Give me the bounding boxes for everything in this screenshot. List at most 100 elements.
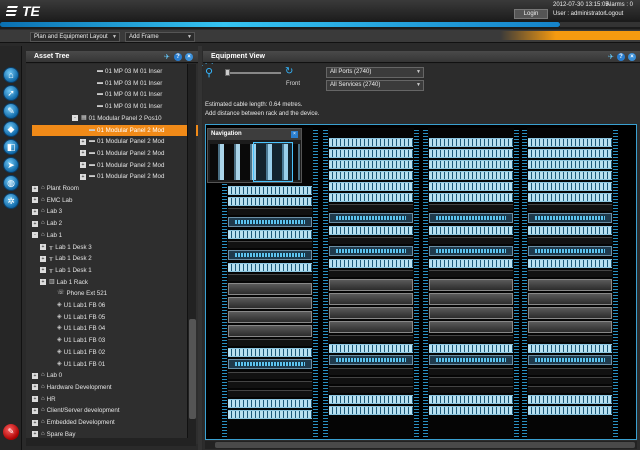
- tree-item[interactable]: ▬ 01 MP 03 M 01 Inser: [88, 101, 162, 112]
- rack-device[interactable]: [528, 246, 612, 256]
- rack-device[interactable]: [528, 149, 612, 158]
- rack-device[interactable]: [228, 283, 312, 295]
- tree-item[interactable]: + ▬ 01 Modular Panel 2 Mod: [80, 136, 164, 147]
- rack-device[interactable]: [528, 171, 612, 180]
- tree-item[interactable]: + ▬ 01 Modular Panel 2 Mod: [80, 160, 164, 171]
- rack-device[interactable]: [228, 410, 312, 419]
- collapse-icon[interactable]: -: [72, 115, 78, 122]
- tree-item[interactable]: ◈ U1 Lab1 FB 01: [48, 359, 105, 370]
- layout-select[interactable]: Plan and Equipment Layout ▼: [30, 32, 120, 42]
- pin-icon[interactable]: ✈: [608, 52, 614, 64]
- rack-device[interactable]: [228, 263, 312, 272]
- rack-device[interactable]: [228, 186, 312, 195]
- expand-icon[interactable]: +: [32, 372, 38, 379]
- settings-icon[interactable]: ✲: [3, 193, 19, 209]
- tree-item[interactable]: + ⌂ Lab 3: [32, 206, 62, 217]
- tree-item[interactable]: ☏ Phone Ext 521: [48, 288, 107, 299]
- panel-splitter[interactable]: [198, 46, 202, 450]
- rack-device[interactable]: [528, 182, 612, 191]
- rack-device[interactable]: [329, 160, 413, 169]
- expand-icon[interactable]: +: [32, 419, 38, 426]
- rack-device[interactable]: [528, 321, 612, 333]
- rack-device[interactable]: [528, 279, 612, 291]
- ports-select[interactable]: All Ports (2740) ▼: [326, 67, 424, 78]
- tree-item[interactable]: + ⌂ Lab 0: [32, 370, 62, 381]
- asset-tree-scrollbar[interactable]: [187, 64, 196, 440]
- rack-device[interactable]: [429, 321, 513, 333]
- edit-icon[interactable]: ✎: [3, 424, 19, 440]
- rack-device[interactable]: [329, 246, 413, 256]
- rack-device[interactable]: [429, 246, 513, 256]
- rack-device[interactable]: [528, 160, 612, 169]
- rack-device[interactable]: [329, 149, 413, 158]
- tree-item[interactable]: + ▬ 01 Modular Panel 2 Mod: [80, 171, 164, 182]
- rack-device[interactable]: [228, 348, 312, 357]
- close-icon[interactable]: ×: [628, 53, 636, 61]
- rack-device[interactable]: [528, 293, 612, 305]
- alarms-indicator[interactable]: Alarms : 0: [606, 2, 633, 8]
- rack-device[interactable]: [329, 138, 413, 147]
- rotate-icon[interactable]: ↻: [285, 66, 293, 77]
- rack-device[interactable]: [329, 226, 413, 235]
- tree-item[interactable]: + ▥ Lab 1 Rack: [40, 277, 88, 288]
- rack-device[interactable]: [429, 160, 513, 169]
- expand-icon[interactable]: +: [80, 138, 86, 145]
- rack-device[interactable]: [528, 213, 612, 223]
- expand-icon[interactable]: +: [32, 384, 38, 391]
- tree-item[interactable]: ▬ 01 MP 03 M 01 Inser: [88, 78, 162, 89]
- wrench-icon[interactable]: ✎: [3, 103, 19, 119]
- rack-device[interactable]: [329, 307, 413, 319]
- rack-device[interactable]: [429, 171, 513, 180]
- rack-device[interactable]: [429, 138, 513, 147]
- rack-device[interactable]: [429, 344, 513, 353]
- rack-device[interactable]: [528, 138, 612, 147]
- help-icon[interactable]: ?: [174, 53, 182, 61]
- rack-device[interactable]: [429, 406, 513, 415]
- services-select[interactable]: All Services (2740) ▼: [326, 80, 424, 91]
- tree-item[interactable]: + ⌂ Lab 2: [32, 218, 62, 229]
- tree-item[interactable]: + ⌂ Hardware Development: [32, 382, 112, 393]
- rack-device[interactable]: [329, 193, 413, 202]
- rack-device[interactable]: [329, 279, 413, 291]
- rack-device[interactable]: [228, 311, 312, 323]
- rack-device[interactable]: [329, 395, 413, 404]
- tree-item[interactable]: + ⌂ Plant Room: [32, 183, 79, 194]
- rack[interactable]: [423, 128, 519, 439]
- expand-icon[interactable]: +: [32, 396, 38, 403]
- scrollbar-thumb[interactable]: [189, 319, 196, 419]
- rack-device[interactable]: [528, 395, 612, 404]
- tree-item[interactable]: ◈ U1 Lab1 FB 04: [48, 323, 105, 334]
- rack-device[interactable]: [329, 171, 413, 180]
- rack-device[interactable]: [228, 325, 312, 337]
- rack-device[interactable]: [429, 279, 513, 291]
- marker-icon[interactable]: ➤: [3, 157, 19, 173]
- expand-icon[interactable]: +: [80, 150, 86, 157]
- rack-device[interactable]: [429, 307, 513, 319]
- rack-device[interactable]: [329, 344, 413, 353]
- expand-icon[interactable]: +: [32, 185, 38, 192]
- rack-device[interactable]: [228, 297, 312, 309]
- rack-device[interactable]: [528, 344, 612, 353]
- expand-icon[interactable]: +: [80, 173, 86, 180]
- tree-item[interactable]: + ╥ Lab 1 Desk 3: [40, 242, 92, 253]
- rack-device[interactable]: [429, 213, 513, 223]
- rack-device[interactable]: [329, 406, 413, 415]
- pin-icon[interactable]: ✈: [164, 52, 170, 64]
- zoom-slider-knob[interactable]: [225, 69, 230, 76]
- rack-device[interactable]: [429, 293, 513, 305]
- help-icon[interactable]: ?: [617, 53, 625, 61]
- equipment-hscrollbar[interactable]: [205, 441, 637, 449]
- rack-device[interactable]: [528, 307, 612, 319]
- zoom-slider[interactable]: [225, 69, 281, 76]
- rack-device[interactable]: [329, 259, 413, 268]
- tree-item[interactable]: + ⌂ EMC Lab: [32, 195, 72, 206]
- rack-device[interactable]: [228, 250, 312, 260]
- rack-device[interactable]: [329, 355, 413, 365]
- rack-device[interactable]: [329, 213, 413, 223]
- rack-device[interactable]: [228, 197, 312, 206]
- expand-icon[interactable]: +: [40, 255, 46, 262]
- tree-item[interactable]: + ⌂ Embedded Development: [32, 417, 115, 428]
- expand-icon[interactable]: +: [40, 279, 46, 286]
- tree-item[interactable]: - ⌂ Lab 1: [32, 230, 62, 241]
- close-icon[interactable]: ×: [291, 131, 298, 138]
